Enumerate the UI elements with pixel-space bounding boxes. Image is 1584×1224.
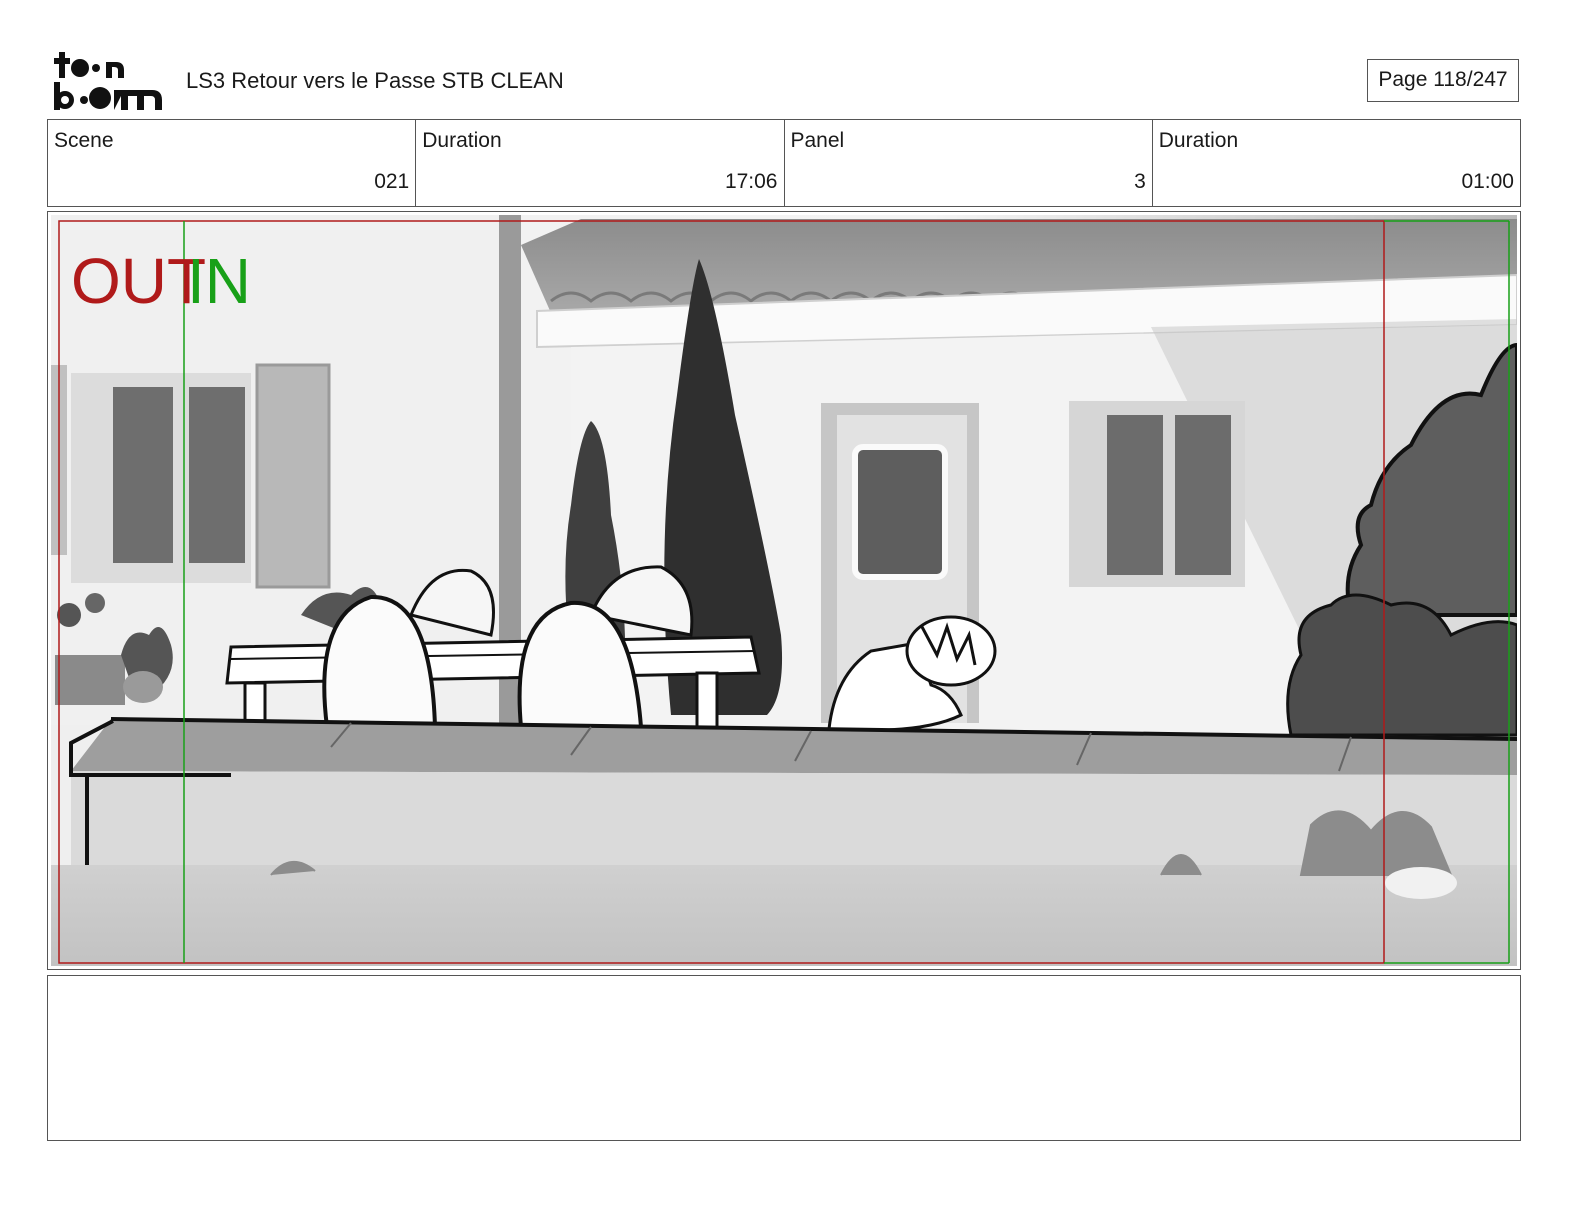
toonboom-logo [54, 52, 162, 110]
in-label: IN [187, 245, 251, 317]
panel-notes[interactable] [47, 975, 1521, 1141]
lawn [51, 865, 1517, 966]
scene-duration-cell: Duration 17:06 [416, 120, 785, 206]
document-title: LS3 Retour vers le Passe STB CLEAN [186, 68, 564, 93]
scene-label: Scene [54, 129, 114, 152]
panel-label: Panel [790, 129, 845, 152]
garden-rock [1385, 867, 1457, 899]
scene-cell: Scene 021 [48, 120, 417, 206]
storyboard-panel: OUT IN [47, 211, 1521, 970]
scene-duration-label: Duration [422, 129, 502, 152]
panel-duration-cell: Duration 01:00 [1153, 120, 1520, 206]
scene-info-bar: Scene 021 Duration 17:06 Panel 3 Duratio… [47, 119, 1521, 207]
panel-drawing: OUT IN [51, 215, 1517, 966]
scene-value: 021 [374, 170, 410, 193]
window-shutter [255, 363, 331, 589]
garden-wall-face [71, 771, 1517, 865]
panel-value: 3 [1134, 170, 1146, 193]
panel-duration-label: Duration [1158, 129, 1239, 152]
out-label: OUT [71, 245, 206, 317]
panel-duration-value: 01:00 [1461, 170, 1514, 193]
panel-cell: Panel 3 [785, 120, 1153, 206]
page-indicator: Page 118/247 [1367, 59, 1519, 102]
scene-duration-value: 17:06 [724, 170, 778, 193]
